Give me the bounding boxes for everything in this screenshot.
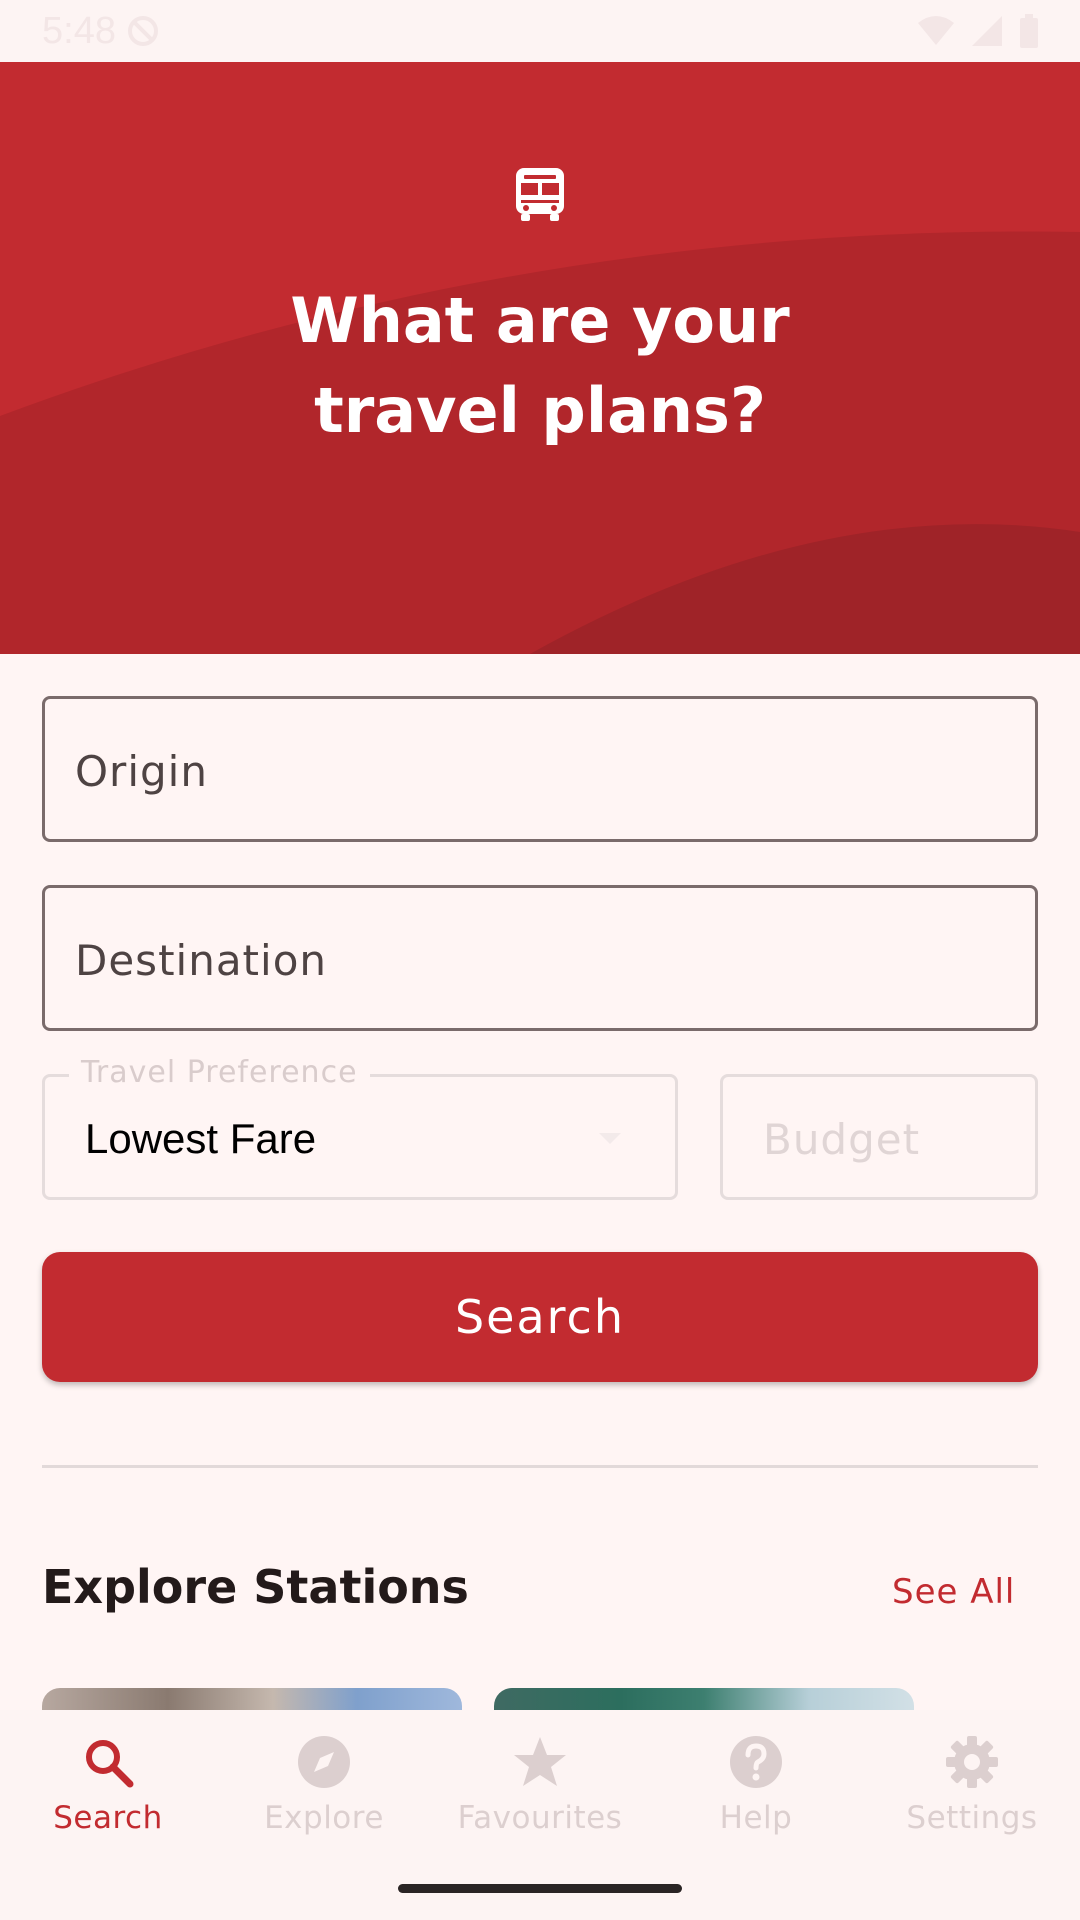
budget-placeholder: Budget <box>763 1115 921 1164</box>
station-card[interactable] <box>42 1688 462 1710</box>
star-icon <box>514 1737 566 1786</box>
help-icon <box>730 1736 782 1788</box>
destination-placeholder: Destination <box>75 936 328 985</box>
travel-preference-select[interactable]: Travel Preference Lowest Fare <box>42 1055 678 1200</box>
signal-icon <box>972 16 1002 46</box>
hero-title-line2: travel plans? <box>314 374 766 447</box>
wifi-icon <box>918 16 954 45</box>
nav-help[interactable]: Help <box>648 1734 864 1836</box>
station-card[interactable] <box>494 1688 914 1710</box>
chevron-down-icon <box>599 1133 621 1144</box>
nav-favourites[interactable]: Favourites <box>432 1734 648 1836</box>
search-button[interactable]: Search <box>42 1252 1038 1382</box>
bus-icon <box>516 168 564 221</box>
explore-stations-title: Explore Stations <box>42 1560 469 1614</box>
nav-label: Search <box>53 1800 163 1836</box>
nav-explore[interactable]: Explore <box>216 1734 432 1836</box>
hero-title: What are your travel plans? <box>0 276 1080 456</box>
hero-title-line1: What are your <box>290 284 790 357</box>
see-all-link[interactable]: See All <box>892 1572 1015 1612</box>
status-icons <box>916 14 1040 48</box>
compass-icon <box>298 1736 350 1788</box>
status-bar: 5:48 <box>0 0 1080 62</box>
origin-input[interactable]: Origin <box>42 696 1038 842</box>
travel-preference-label: Travel Preference <box>69 1055 370 1090</box>
nav-label: Favourites <box>457 1800 623 1836</box>
status-time: 5:48 <box>42 10 116 52</box>
hero-banner: What are your travel plans? <box>0 62 1080 654</box>
nav-settings[interactable]: Settings <box>864 1734 1080 1836</box>
nav-label: Help <box>719 1800 793 1836</box>
home-indicator[interactable] <box>398 1884 682 1893</box>
nav-search[interactable]: Search <box>0 1734 216 1836</box>
search-icon <box>86 1740 134 1788</box>
gear-icon <box>946 1736 998 1788</box>
dnd-icon <box>128 16 158 46</box>
battery-icon <box>1020 14 1038 48</box>
nav-label: Explore <box>264 1800 384 1836</box>
destination-input[interactable]: Destination <box>42 885 1038 1031</box>
section-divider <box>42 1465 1038 1468</box>
nav-label: Settings <box>906 1800 1038 1836</box>
travel-preference-value: Lowest Fare <box>85 1115 317 1162</box>
budget-input[interactable]: Budget <box>720 1074 1038 1200</box>
origin-placeholder: Origin <box>75 747 208 796</box>
